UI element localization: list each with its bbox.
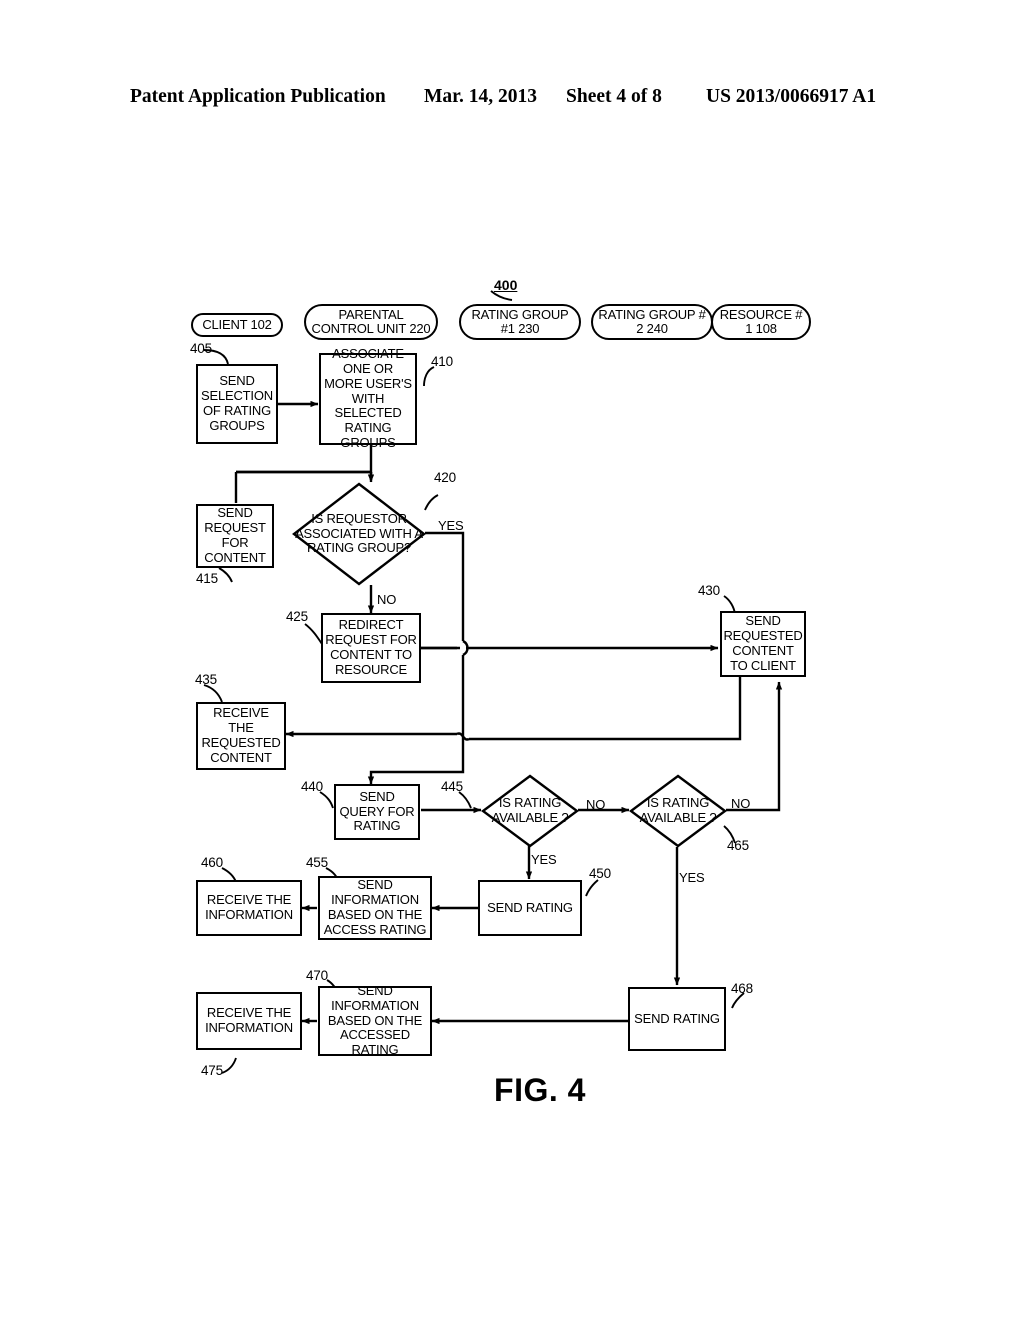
edge-label-420-yes: YES [438, 518, 464, 533]
lane-label-rating-group-1: RATING GROUP #1 230 [471, 307, 569, 336]
process-box-475: RECEIVE THE INFORMATION [196, 992, 302, 1050]
lane-label-rating-group-2: RATING GROUP # 2 240 [598, 307, 706, 336]
connector-lines [203, 290, 783, 1074]
lane-header-resource-1: RESOURCE # 1 108 [711, 304, 811, 340]
process-label-415: SEND REQUEST FOR CONTENT [204, 505, 266, 565]
process-label-468: SEND RATING [634, 1010, 720, 1026]
ref-numeral-468: 468 [731, 981, 753, 996]
ref-numeral-440: 440 [301, 779, 323, 794]
ref-numeral-415: 415 [196, 571, 218, 586]
process-box-430: SEND REQUESTED CONTENT TO CLIENT [720, 611, 806, 677]
ref-numeral-425: 425 [286, 609, 308, 624]
lane-header-rating-group-1: RATING GROUP #1 230 [459, 304, 581, 340]
ref-numeral-465: 465 [727, 838, 749, 853]
edge-label-420-no: NO [377, 592, 397, 607]
process-box-415: SEND REQUEST FOR CONTENT [196, 504, 274, 568]
ref-numeral-420: 420 [434, 470, 456, 485]
process-label-435: RECEIVE THE REQUESTED CONTENT [201, 705, 281, 765]
process-label-430: SEND REQUESTED CONTENT TO CLIENT [723, 613, 803, 673]
ref-numeral-430: 430 [698, 583, 720, 598]
lane-label-resource-1: RESOURCE # 1 108 [719, 307, 803, 336]
process-box-425: REDIRECT REQUEST FOR CONTENT TO RESOURCE [321, 613, 421, 683]
process-label-410: ASSOCIATE ONE OR MORE USER'S WITH SELECT… [324, 346, 412, 451]
ref-numeral-405: 405 [190, 341, 212, 356]
decision-diamond-420: IS REQUESTOR ASSOCIATED WITH A RATING GR… [292, 482, 426, 586]
ref-numeral-460: 460 [201, 855, 223, 870]
process-label-475: RECEIVE THE INFORMATION [205, 1005, 293, 1035]
process-label-470: SEND INFORMATION BASED ON THE ACCESSED R… [327, 982, 423, 1058]
figure-4-flowchart: 400 CLIENT 102 PARENTAL CONTROL UNIT 220… [0, 0, 1024, 1320]
process-box-405: SEND SELECTION OF RATING GROUPS [196, 364, 278, 444]
process-box-468: SEND RATING [628, 987, 726, 1051]
figure-caption: FIG. 4 [494, 1072, 586, 1108]
lane-header-parental-control-unit: PARENTAL CONTROL UNIT 220 [304, 304, 438, 340]
ref-numeral-475: 475 [201, 1063, 223, 1078]
process-label-450: SEND RATING [487, 899, 573, 915]
decision-label-465: IS RATING AVAILABLE ? [639, 795, 717, 825]
process-label-460: RECEIVE THE INFORMATION [205, 892, 293, 922]
decision-diamond-465: IS RATING AVAILABLE ? [629, 774, 727, 848]
process-box-450: SEND RATING [478, 880, 582, 936]
edge-label-445-yes: YES [531, 852, 557, 867]
lane-label-parental-control-unit: PARENTAL CONTROL UNIT 220 [311, 307, 431, 336]
ref-numeral-445: 445 [441, 779, 463, 794]
lane-header-rating-group-2: RATING GROUP # 2 240 [591, 304, 713, 340]
process-label-405: SEND SELECTION OF RATING GROUPS [201, 373, 273, 433]
process-box-470: SEND INFORMATION BASED ON THE ACCESSED R… [318, 982, 432, 1058]
ref-numeral-455: 455 [306, 855, 328, 870]
process-box-460: RECEIVE THE INFORMATION [196, 880, 302, 936]
decision-diamond-445: IS RATING AVAILABLE ? [481, 774, 579, 848]
edge-label-465-yes: YES [679, 870, 705, 885]
lane-label-client: CLIENT 102 [202, 317, 272, 333]
process-label-455: SEND INFORMATION BASED ON THE ACCESS RAT… [323, 877, 427, 937]
process-box-440: SEND QUERY FOR RATING [334, 784, 420, 840]
ref-numeral-435: 435 [195, 672, 217, 687]
process-box-410: ASSOCIATE ONE OR MORE USER'S WITH SELECT… [319, 346, 417, 450]
ref-numeral-450: 450 [589, 866, 611, 881]
edge-label-465-no: NO [731, 796, 751, 811]
ref-numeral-470: 470 [306, 968, 328, 983]
decision-label-420: IS REQUESTOR ASSOCIATED WITH A RATING GR… [295, 510, 423, 556]
lane-header-client: CLIENT 102 [191, 313, 283, 337]
edge-label-445-no: NO [586, 797, 606, 812]
figure-reference-400: 400 [494, 277, 518, 293]
process-box-455: SEND INFORMATION BASED ON THE ACCESS RAT… [318, 876, 432, 940]
ref-numeral-410: 410 [431, 354, 453, 369]
process-label-440: SEND QUERY FOR RATING [339, 788, 415, 834]
decision-label-445: IS RATING AVAILABLE ? [491, 795, 569, 825]
process-box-435: RECEIVE THE REQUESTED CONTENT [196, 702, 286, 770]
process-label-425: REDIRECT REQUEST FOR CONTENT TO RESOURCE [325, 617, 417, 677]
